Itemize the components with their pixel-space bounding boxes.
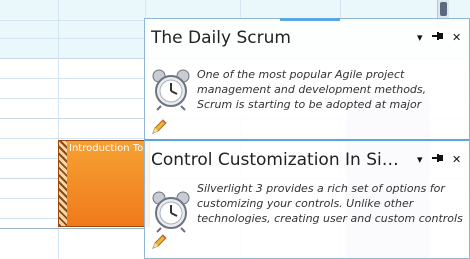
appointment-title: Introduction To [69,143,144,154]
close-icon[interactable]: ✕ [452,31,461,44]
appointment-block[interactable]: Introduction To [58,140,150,227]
chevron-down-icon[interactable]: ▾ [417,153,423,166]
popup-description: One of the most popular Agile project ma… [197,68,427,111]
chevron-down-icon[interactable]: ▾ [417,31,423,44]
close-icon[interactable]: ✕ [452,153,461,166]
popup-title: The Daily Scrum [151,28,291,48]
grid-line [0,228,144,229]
popup-description: Silverlight 3 provides a rich set of opt… [197,182,463,225]
edit-pencil-icon[interactable] [151,234,167,254]
pin-icon[interactable] [432,153,444,166]
appointment-popup-control-customization[interactable]: Control Customization In Silv... ▾ ✕ Sil… [144,139,470,259]
alarm-clock-icon [151,69,191,115]
scrollbar-thumb[interactable] [440,2,447,16]
popup-accent-bar [280,18,340,21]
edit-pencil-icon[interactable] [151,119,167,139]
alarm-clock-icon [151,191,191,237]
popup-title: Control Customization In Silv... [151,150,401,170]
pin-icon[interactable] [432,31,444,44]
appointment-popup-daily-scrum[interactable]: The Daily Scrum ▾ ✕ One of the most popu… [144,18,470,140]
appointment-status-strip [59,141,67,226]
